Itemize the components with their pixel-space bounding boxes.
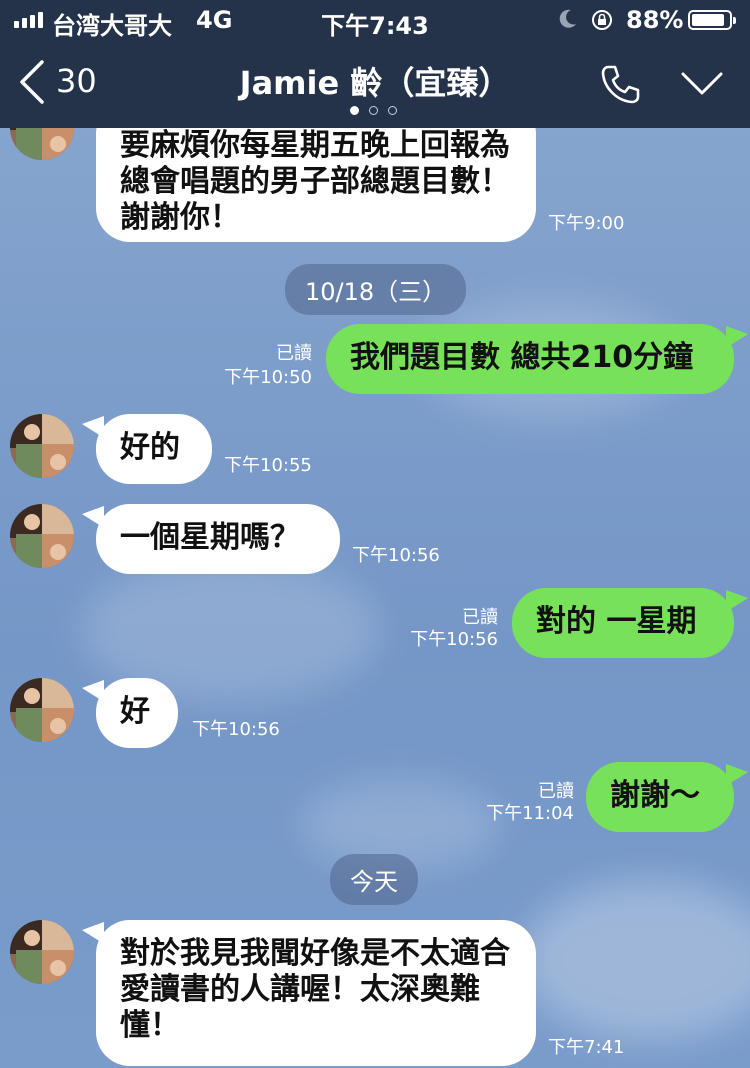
contact-avatar[interactable] [10, 678, 74, 742]
message-bubble-outgoing[interactable]: 謝謝～ [586, 762, 734, 832]
page-indicator [350, 106, 397, 115]
battery-percent: 88% [626, 6, 684, 34]
message-bubble-incoming[interactable]: 對於我見我聞好像是不太適合愛讀書的人講喔！太深奧難懂！ [96, 920, 536, 1066]
message-bubble-outgoing[interactable]: 我們題目數 總共210分鐘 [326, 324, 734, 394]
page-indicator-dot [388, 106, 397, 115]
page-indicator-dot [350, 106, 359, 115]
message-list[interactable]: 要麻煩你每星期五晚上回報為總會唱題的男子部總題目數！謝謝你！ 下午9:00 10… [0, 128, 750, 1068]
read-receipt: 已讀 [276, 343, 312, 364]
date-separator: 今天 [330, 854, 418, 905]
message-bubble-incoming[interactable]: 一個星期嗎？ [96, 504, 340, 574]
message-bubble-incoming[interactable]: 好 [96, 678, 178, 748]
status-bar: 台湾大哥大 4G 下午7:43 88% [0, 0, 750, 40]
message-time: 下午10:56 [192, 719, 280, 740]
message-time: 下午10:55 [224, 455, 312, 476]
read-receipt: 已讀 [462, 607, 498, 628]
chevron-down-icon[interactable] [680, 70, 724, 102]
contact-avatar[interactable] [10, 128, 74, 160]
message-bubble-incoming[interactable]: 要麻煩你每星期五晚上回報為總會唱題的男子部總題目數！謝謝你！ [96, 128, 536, 242]
orientation-lock-icon [590, 8, 614, 38]
message-time: 下午10:56 [410, 629, 498, 650]
date-separator: 10/18（三） [285, 264, 467, 315]
message-time: 下午11:04 [486, 803, 574, 824]
contact-avatar[interactable] [10, 504, 74, 568]
battery-level [692, 14, 724, 26]
battery-icon [688, 10, 736, 30]
read-receipt: 已讀 [538, 781, 574, 802]
message-time: 下午9:00 [548, 213, 625, 234]
message-time: 下午7:41 [548, 1037, 625, 1058]
page-indicator-dot [369, 106, 378, 115]
message-time: 下午10:56 [352, 545, 440, 566]
phone-icon[interactable] [598, 62, 642, 110]
message-bubble-outgoing[interactable]: 對的 一星期 [512, 588, 734, 658]
message-time: 下午10:50 [224, 367, 312, 388]
contact-avatar[interactable] [10, 414, 74, 478]
moon-icon [558, 8, 578, 36]
contact-avatar[interactable] [10, 920, 74, 984]
message-bubble-incoming[interactable]: 好的 [96, 414, 212, 484]
chat-header: 30 Jamie 齡（宜臻） [0, 40, 750, 128]
